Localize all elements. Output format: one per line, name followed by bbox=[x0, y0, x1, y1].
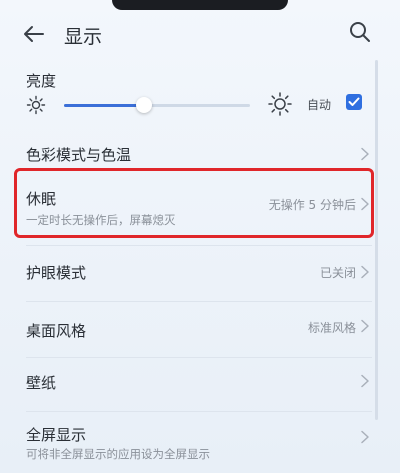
chevron-right-icon bbox=[361, 147, 369, 161]
highlight-box bbox=[14, 168, 374, 238]
slider-fill bbox=[64, 104, 144, 107]
search-icon bbox=[350, 22, 370, 42]
chevron-right-icon bbox=[361, 319, 369, 333]
row-title: 色彩模式与色温 bbox=[26, 146, 132, 164]
auto-brightness-checkbox[interactable] bbox=[346, 94, 362, 110]
row-title: 壁纸 bbox=[26, 374, 57, 392]
page-title: 显示 bbox=[64, 26, 103, 48]
row-home-style[interactable]: 桌面风格 标准风格 bbox=[0, 306, 400, 352]
row-value: 标准风格 bbox=[307, 321, 356, 335]
divider bbox=[26, 301, 372, 302]
brightness-high-icon bbox=[268, 92, 292, 116]
auto-brightness-label: 自动 bbox=[307, 98, 332, 112]
chevron-right-icon bbox=[361, 374, 369, 388]
row-color-mode[interactable]: 色彩模式与色温 bbox=[0, 136, 400, 172]
row-title: 护眼模式 bbox=[26, 264, 87, 282]
slider-thumb[interactable] bbox=[136, 97, 152, 113]
brightness-low-icon bbox=[26, 95, 46, 115]
row-subtitle: 可将非全屏显示的应用设为全屏显示 bbox=[26, 447, 210, 461]
brightness-slider[interactable] bbox=[64, 96, 250, 114]
scrollbar[interactable] bbox=[375, 60, 378, 420]
camera-notch bbox=[112, 0, 288, 10]
back-button[interactable] bbox=[20, 20, 48, 48]
chevron-right-icon bbox=[361, 265, 369, 279]
app-header: 显示 bbox=[0, 12, 400, 56]
row-wallpaper[interactable]: 壁纸 bbox=[0, 362, 400, 406]
divider bbox=[26, 245, 372, 246]
brightness-label: 亮度 bbox=[26, 72, 57, 90]
row-full-screen[interactable]: 全屏显示 可将非全屏显示的应用设为全屏显示 bbox=[0, 416, 400, 473]
search-button[interactable] bbox=[346, 18, 374, 46]
row-value: 已关闭 bbox=[319, 266, 356, 280]
arrow-left-icon bbox=[24, 26, 44, 42]
chevron-right-icon bbox=[361, 430, 369, 444]
row-title: 全屏显示 bbox=[26, 426, 87, 444]
row-eye-comfort[interactable]: 护眼模式 已关闭 bbox=[0, 250, 400, 296]
checkmark-icon bbox=[348, 97, 360, 106]
divider bbox=[26, 411, 372, 412]
display-settings-screen: 显示 亮度 自动 色彩模式与色温 休眠 一定时长无操作后，屏幕熄灭 无操作 5 … bbox=[0, 0, 400, 473]
row-title: 桌面风格 bbox=[26, 322, 87, 340]
divider bbox=[26, 357, 372, 358]
